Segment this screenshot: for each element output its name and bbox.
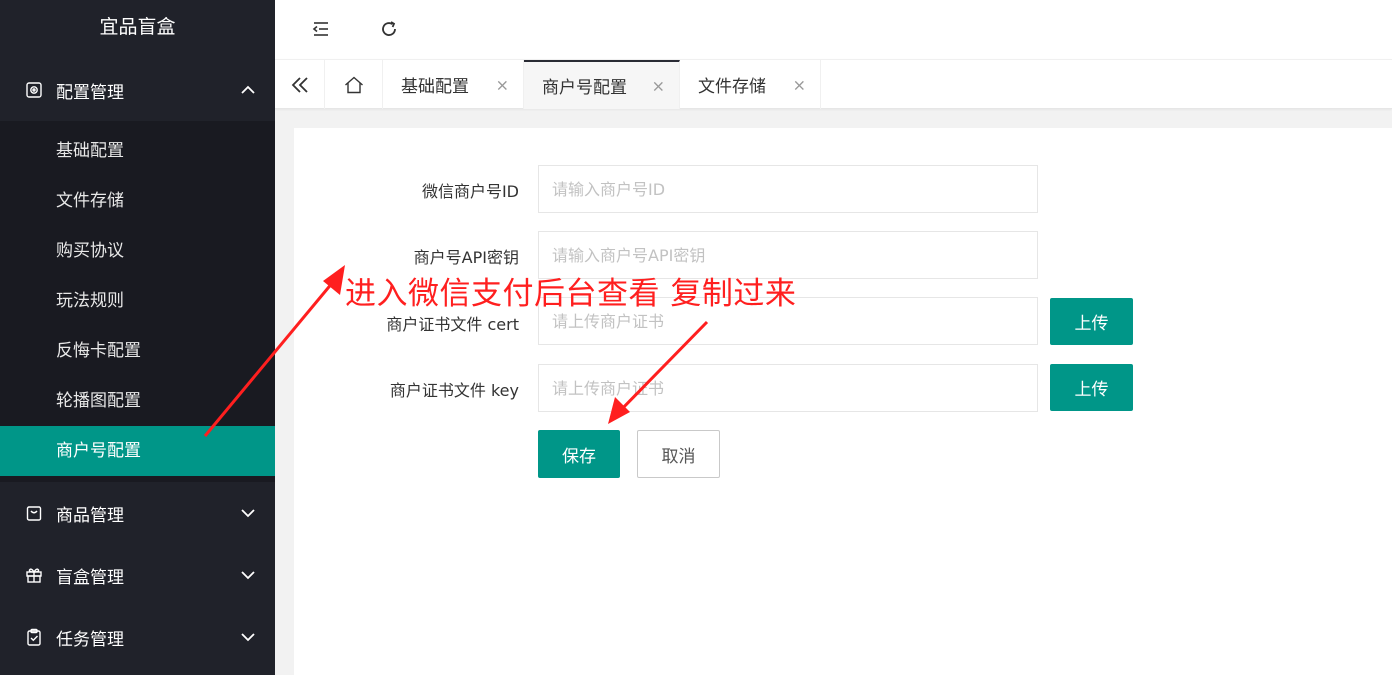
sidebar-item-regret-card[interactable]: 反悔卡配置: [0, 326, 275, 376]
chevron-down-icon: [241, 571, 255, 580]
cert-label: 商户证书文件 cert: [386, 315, 519, 334]
sidebar-item-basic-config[interactable]: 基础配置: [0, 126, 275, 176]
sidebar-group-label: 商品管理: [56, 505, 124, 526]
tabs-prev-button[interactable]: [275, 60, 325, 109]
double-chevron-left-icon: [291, 76, 308, 93]
chevron-up-icon: [241, 85, 255, 94]
home-icon: [344, 76, 363, 93]
mch-id-label: 微信商户号ID: [421, 182, 519, 201]
key-label: 商户证书文件 key: [389, 381, 519, 400]
menu-fold-icon[interactable]: [306, 14, 336, 44]
annotation-text: 进入微信支付后台查看 复制过来: [345, 276, 797, 312]
clipboard-icon: [24, 627, 44, 647]
sidebar-group-label: 盲盒管理: [56, 567, 124, 588]
tab-label: 文件存储: [698, 77, 766, 97]
sidebar-group-label: 任务管理: [56, 629, 124, 650]
sidebar-group-tasks[interactable]: 任务管理: [0, 606, 275, 668]
chevron-down-icon: [241, 633, 255, 642]
mch-id-input[interactable]: [538, 165, 1038, 213]
key-upload-button[interactable]: 上传: [1050, 364, 1133, 411]
tab-label: 基础配置: [401, 77, 469, 97]
chevron-down-icon: [241, 509, 255, 518]
sidebar-item-carousel[interactable]: 轮播图配置: [0, 376, 275, 426]
tab-label: 商户号配置: [542, 78, 627, 98]
sidebar: 宜品盲盒 配置管理 基础配置 文件存储 购买协议 玩法规则 反悔卡配置 轮播图配…: [0, 0, 275, 675]
cancel-button[interactable]: 取消: [637, 430, 720, 478]
close-icon[interactable]: ×: [652, 76, 665, 95]
sidebar-group-config[interactable]: 配置管理: [0, 59, 275, 121]
refresh-icon[interactable]: [374, 14, 404, 44]
sidebar-submenu: 基础配置 文件存储 购买协议 玩法规则 反悔卡配置 轮播图配置 商户号配置: [0, 121, 275, 476]
sidebar-group-goods[interactable]: 商品管理: [0, 482, 275, 544]
key-input[interactable]: [538, 364, 1038, 412]
sidebar-item-game-rules[interactable]: 玩法规则: [0, 276, 275, 326]
tab-basic-config[interactable]: 基础配置 ×: [383, 60, 524, 109]
gift-icon: [24, 565, 44, 585]
top-header: [275, 0, 1392, 59]
api-key-label: 商户号API密钥: [413, 248, 519, 267]
save-button[interactable]: 保存: [538, 430, 620, 478]
tabs-bar: 基础配置 × 商户号配置 × 文件存储 ×: [275, 59, 1392, 109]
cert-upload-button[interactable]: 上传: [1050, 298, 1133, 345]
close-icon[interactable]: ×: [793, 75, 806, 94]
close-icon[interactable]: ×: [496, 75, 509, 94]
tab-file-storage[interactable]: 文件存储 ×: [680, 60, 821, 109]
bag-icon: [24, 503, 44, 523]
sidebar-group-blindbox[interactable]: 盲盒管理: [0, 544, 275, 606]
sidebar-item-purchase-agreement[interactable]: 购买协议: [0, 226, 275, 276]
brand-title: 宜品盲盒: [0, 0, 275, 59]
tab-home[interactable]: [325, 60, 383, 109]
tab-merchant-config[interactable]: 商户号配置 ×: [524, 60, 680, 109]
sidebar-item-merchant[interactable]: 商户号配置: [0, 426, 275, 476]
sidebar-group-label: 配置管理: [56, 82, 124, 103]
settings-icon: [24, 80, 44, 100]
sidebar-item-file-storage[interactable]: 文件存储: [0, 176, 275, 226]
